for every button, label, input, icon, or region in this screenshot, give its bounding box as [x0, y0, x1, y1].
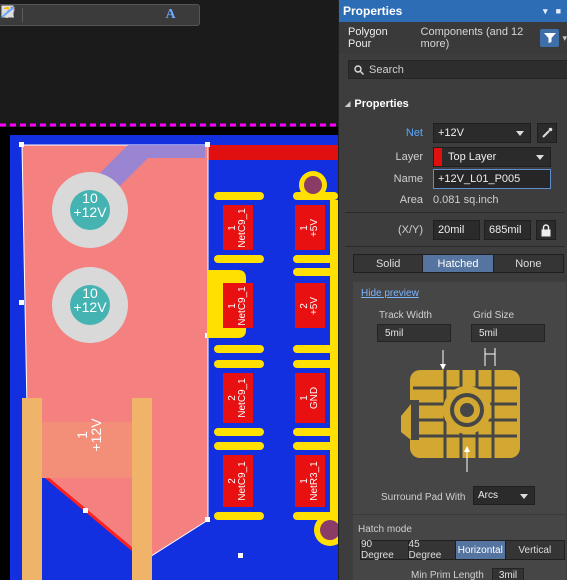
search-field[interactable]: Search [348, 60, 567, 79]
hatch-mode-selector: 90 Degree 45 Degree Horizontal Vertical [360, 539, 565, 561]
hatch-mode-label: Hatch mode [358, 524, 412, 535]
pad-icon[interactable] [3, 6, 101, 24]
filter-dropdown-icon[interactable]: ▾ [562, 33, 567, 44]
name-label: Name [393, 173, 423, 185]
fill-hatched[interactable]: Hatched [423, 255, 494, 272]
search-icon [354, 64, 364, 75]
hatch-horizontal[interactable]: Horizontal [456, 541, 506, 559]
hatch-vertical[interactable]: Vertical [506, 541, 564, 559]
surround-select[interactable]: Arcs [473, 486, 535, 505]
hatch-90-degree[interactable]: 90 Degree [361, 539, 409, 561]
chevron-down-icon [520, 494, 528, 499]
pcb-canvas[interactable]: 10 +12V 10 +12V 1 +12V 1 NetC9_1 1 NetC9_1 2N… [0, 0, 338, 580]
net-row: Net +12V [339, 123, 567, 143]
panel-title-bar: Properties ▾ ■ [339, 0, 567, 22]
y-input[interactable]: 685mil [484, 220, 531, 240]
place-icon[interactable] [2, 6, 42, 24]
panel-menu-icon[interactable]: ▾ [543, 6, 548, 17]
grid-size-input[interactable]: 5mil [471, 324, 545, 342]
chevron-down-icon [516, 131, 524, 136]
net-label: Net [405, 127, 423, 139]
area-row: Area 0.081 sq.inch [339, 190, 567, 210]
net-pick-button[interactable] [537, 123, 557, 143]
eyedropper-icon [542, 127, 553, 138]
layer-row: Layer Top Layer [339, 147, 567, 167]
smd-label-3: 2 NetC9_1 [227, 378, 248, 418]
layer-color-swatch [434, 148, 442, 166]
filter-icon [543, 33, 556, 43]
filter-button[interactable] [539, 29, 560, 47]
chevron-down-icon [536, 155, 544, 160]
lock-icon [541, 223, 551, 236]
th-pad-label-2: 10 +12V [73, 285, 107, 315]
xy-row: (X/Y) 20mil 685mil [339, 220, 567, 240]
line-icon[interactable] [1, 6, 199, 24]
x-input[interactable]: 20mil [433, 220, 480, 240]
hide-preview-link[interactable]: Hide preview [361, 288, 419, 299]
layer-select[interactable]: Top Layer [433, 147, 551, 167]
fill-icon[interactable] [2, 6, 121, 24]
surround-label: Surround Pad With [381, 492, 466, 503]
fill-mode-selector: Solid Hatched None [353, 254, 564, 273]
name-input[interactable]: +12V_L01_P005 [433, 169, 551, 189]
net-select[interactable]: +12V [433, 123, 531, 143]
text-icon[interactable]: A [162, 6, 180, 24]
search-placeholder: Search [369, 63, 404, 76]
th-pad-label-1: 10 +12V [73, 190, 107, 220]
active-bar: A [0, 4, 200, 26]
min-prim-label: Min Prim Length [411, 570, 484, 580]
track-width-label: Track Width [379, 310, 432, 321]
object-kind: Polygon Pour [348, 26, 388, 50]
selection-row: Polygon Pour Components (and 12 more) ▾ [339, 22, 567, 54]
smd-label-7: 1 GND [299, 386, 320, 410]
lock-button[interactable] [536, 220, 556, 240]
grid-size-label: Grid Size [473, 310, 515, 321]
properties-panel: Properties ▾ ■ Polygon Pour Components (a… [338, 0, 567, 580]
route-icon[interactable] [1, 6, 62, 24]
smd-label-2: 1 NetC9_1 [227, 286, 248, 326]
min-prim-row: Min Prim Length 3mil [411, 568, 525, 580]
chart-icon[interactable] [1, 6, 160, 24]
interactive-route-icon[interactable] [1, 6, 82, 24]
pcb-drawing[interactable] [0, 0, 338, 580]
panel-title: Properties [343, 4, 403, 18]
area-value: 0.081 sq.inch [433, 194, 499, 206]
layer-label: Layer [395, 151, 423, 163]
smd-label-8: 1 NetR3_1 [299, 461, 320, 501]
fill-none[interactable]: None [494, 255, 563, 272]
track-width-input[interactable]: 5mil [377, 324, 451, 342]
smd-label-1: 1 NetC9_1 [227, 208, 248, 248]
panel-pin-icon[interactable]: ■ [556, 6, 561, 17]
smd-label-6: 2 +5V [299, 296, 320, 316]
hatch-45-degree[interactable]: 45 Degree [409, 539, 457, 561]
hatch-preview-card: Hide preview Track Width Grid Size 5mil … [353, 282, 566, 580]
components-scope[interactable]: Components (and 12 more) [421, 26, 532, 50]
min-prim-input[interactable]: 3mil [491, 568, 525, 580]
fill-solid[interactable]: Solid [354, 255, 424, 272]
properties-section-header[interactable]: ◢ Properties [339, 97, 567, 111]
xy-label: (X/Y) [397, 224, 423, 236]
big-pad-label: 1 +12V [74, 418, 104, 452]
hatch-preview-diagram-icon [397, 348, 520, 472]
smd-label-4: 2 NetC9_1 [227, 461, 248, 501]
name-row: Name +12V_L01_P005 [339, 169, 567, 189]
area-label: Area [399, 194, 423, 206]
smd-label-5: 1 +5V [299, 218, 320, 238]
collapse-icon: ◢ [345, 101, 351, 108]
rectangle-icon[interactable] [1, 5, 141, 24]
